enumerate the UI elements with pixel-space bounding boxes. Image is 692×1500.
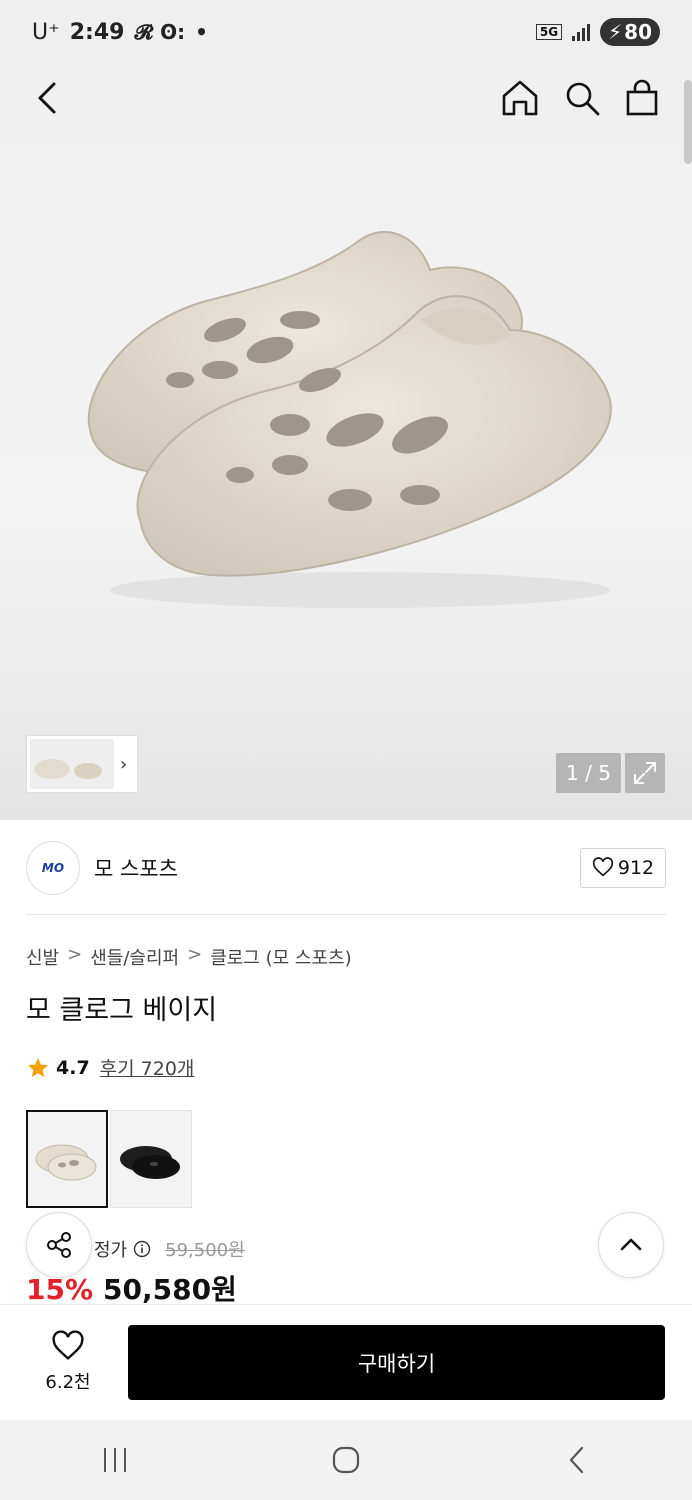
- home-nav-icon: [332, 1446, 360, 1474]
- recent-apps-icon: [104, 1448, 127, 1472]
- thumbnail-strip[interactable]: ›: [26, 735, 138, 793]
- share-icon: [47, 1232, 71, 1258]
- status-left: U⁺ 2:49 𝓡 ʘ: •: [32, 20, 208, 45]
- home-button[interactable]: [498, 76, 542, 120]
- expand-button[interactable]: [625, 753, 665, 793]
- search-icon: [566, 82, 600, 116]
- chevron-up-icon: [620, 1238, 642, 1251]
- breadcrumb-item[interactable]: 클로그 (모 스포츠): [210, 944, 351, 970]
- breadcrumb-item[interactable]: 신발: [26, 944, 59, 970]
- search-button[interactable]: [560, 76, 604, 120]
- review-link[interactable]: 후기 720개: [100, 1054, 195, 1081]
- color-option-black[interactable]: [110, 1110, 192, 1208]
- product-image[interactable]: [70, 200, 630, 620]
- wishlist-button[interactable]: 6.2천: [28, 1327, 108, 1397]
- brand-like-count: 912: [617, 857, 655, 879]
- scroll-top-button[interactable]: [598, 1212, 664, 1278]
- star-icon: [28, 1057, 48, 1077]
- signal-icon: [572, 23, 591, 41]
- breadcrumb-separator: >: [187, 944, 203, 965]
- home-icon: [502, 80, 538, 116]
- brand-like-button[interactable]: 912: [580, 848, 666, 888]
- notification-icons: 𝓡 ʘ:: [134, 20, 186, 44]
- sale-price: 50,580원: [103, 1273, 237, 1306]
- buy-button[interactable]: 구매하기: [128, 1325, 665, 1400]
- clock: 2:49: [69, 19, 125, 45]
- rating-row: 4.7 후기 720개: [26, 1054, 194, 1081]
- back-nav-button[interactable]: [547, 1435, 607, 1485]
- carrier-label: U⁺: [32, 19, 60, 45]
- brand-logo[interactable]: MO: [26, 841, 80, 895]
- status-bar: U⁺ 2:49 𝓡 ʘ: • 5G ⚡ 80: [0, 0, 692, 64]
- breadcrumb-separator: >: [67, 944, 83, 965]
- purchase-bar: 6.2천 구매하기: [0, 1304, 692, 1420]
- share-button[interactable]: [26, 1212, 92, 1278]
- top-navigation: [0, 64, 692, 136]
- heart-icon: [592, 857, 613, 877]
- cart-icon: [626, 79, 658, 116]
- page-indicator: 1 / 5: [556, 753, 621, 793]
- rating-value: 4.7: [56, 1056, 90, 1079]
- breadcrumb-item[interactable]: 샌들/슬리퍼: [90, 944, 179, 970]
- brand-name[interactable]: 모 스포츠: [94, 853, 178, 883]
- wishlist-count: 6.2천: [45, 1372, 91, 1393]
- price-line: 정가 59,500원: [94, 1236, 245, 1262]
- info-icon: [133, 1240, 151, 1258]
- beige-clog-thumbnail: [35, 1144, 97, 1181]
- chevron-right-icon[interactable]: ›: [120, 754, 127, 775]
- original-price: 59,500원: [165, 1240, 245, 1261]
- back-button[interactable]: [28, 78, 68, 118]
- expand-icon: [634, 762, 656, 784]
- back-nav-icon: [569, 1446, 583, 1474]
- black-clog-thumbnail: [120, 1146, 180, 1179]
- charging-icon: ⚡: [608, 20, 623, 44]
- battery-level: 80: [624, 20, 652, 44]
- recent-apps-button[interactable]: [85, 1435, 145, 1485]
- divider: [26, 914, 666, 915]
- battery-indicator: ⚡ 80: [600, 18, 660, 46]
- back-icon: [38, 82, 56, 114]
- thumbnail-image[interactable]: [30, 739, 114, 789]
- product-title: 모 클로그 베이지: [26, 995, 218, 1026]
- heart-icon: [52, 1330, 84, 1360]
- breadcrumb: 신발 > 샌들/슬리퍼 > 클로그 (모 스포츠): [26, 944, 352, 970]
- cart-button[interactable]: [620, 76, 664, 120]
- status-right: 5G ⚡ 80: [535, 18, 660, 46]
- notification-dot: •: [195, 20, 208, 44]
- home-nav-button[interactable]: [316, 1435, 376, 1485]
- brand-row[interactable]: MO 모 스포츠 912: [26, 838, 666, 898]
- price-label: 정가: [94, 1240, 128, 1261]
- network-badge: 5G: [535, 24, 563, 40]
- color-option-beige[interactable]: [26, 1110, 108, 1208]
- system-nav-bar: [0, 1420, 692, 1500]
